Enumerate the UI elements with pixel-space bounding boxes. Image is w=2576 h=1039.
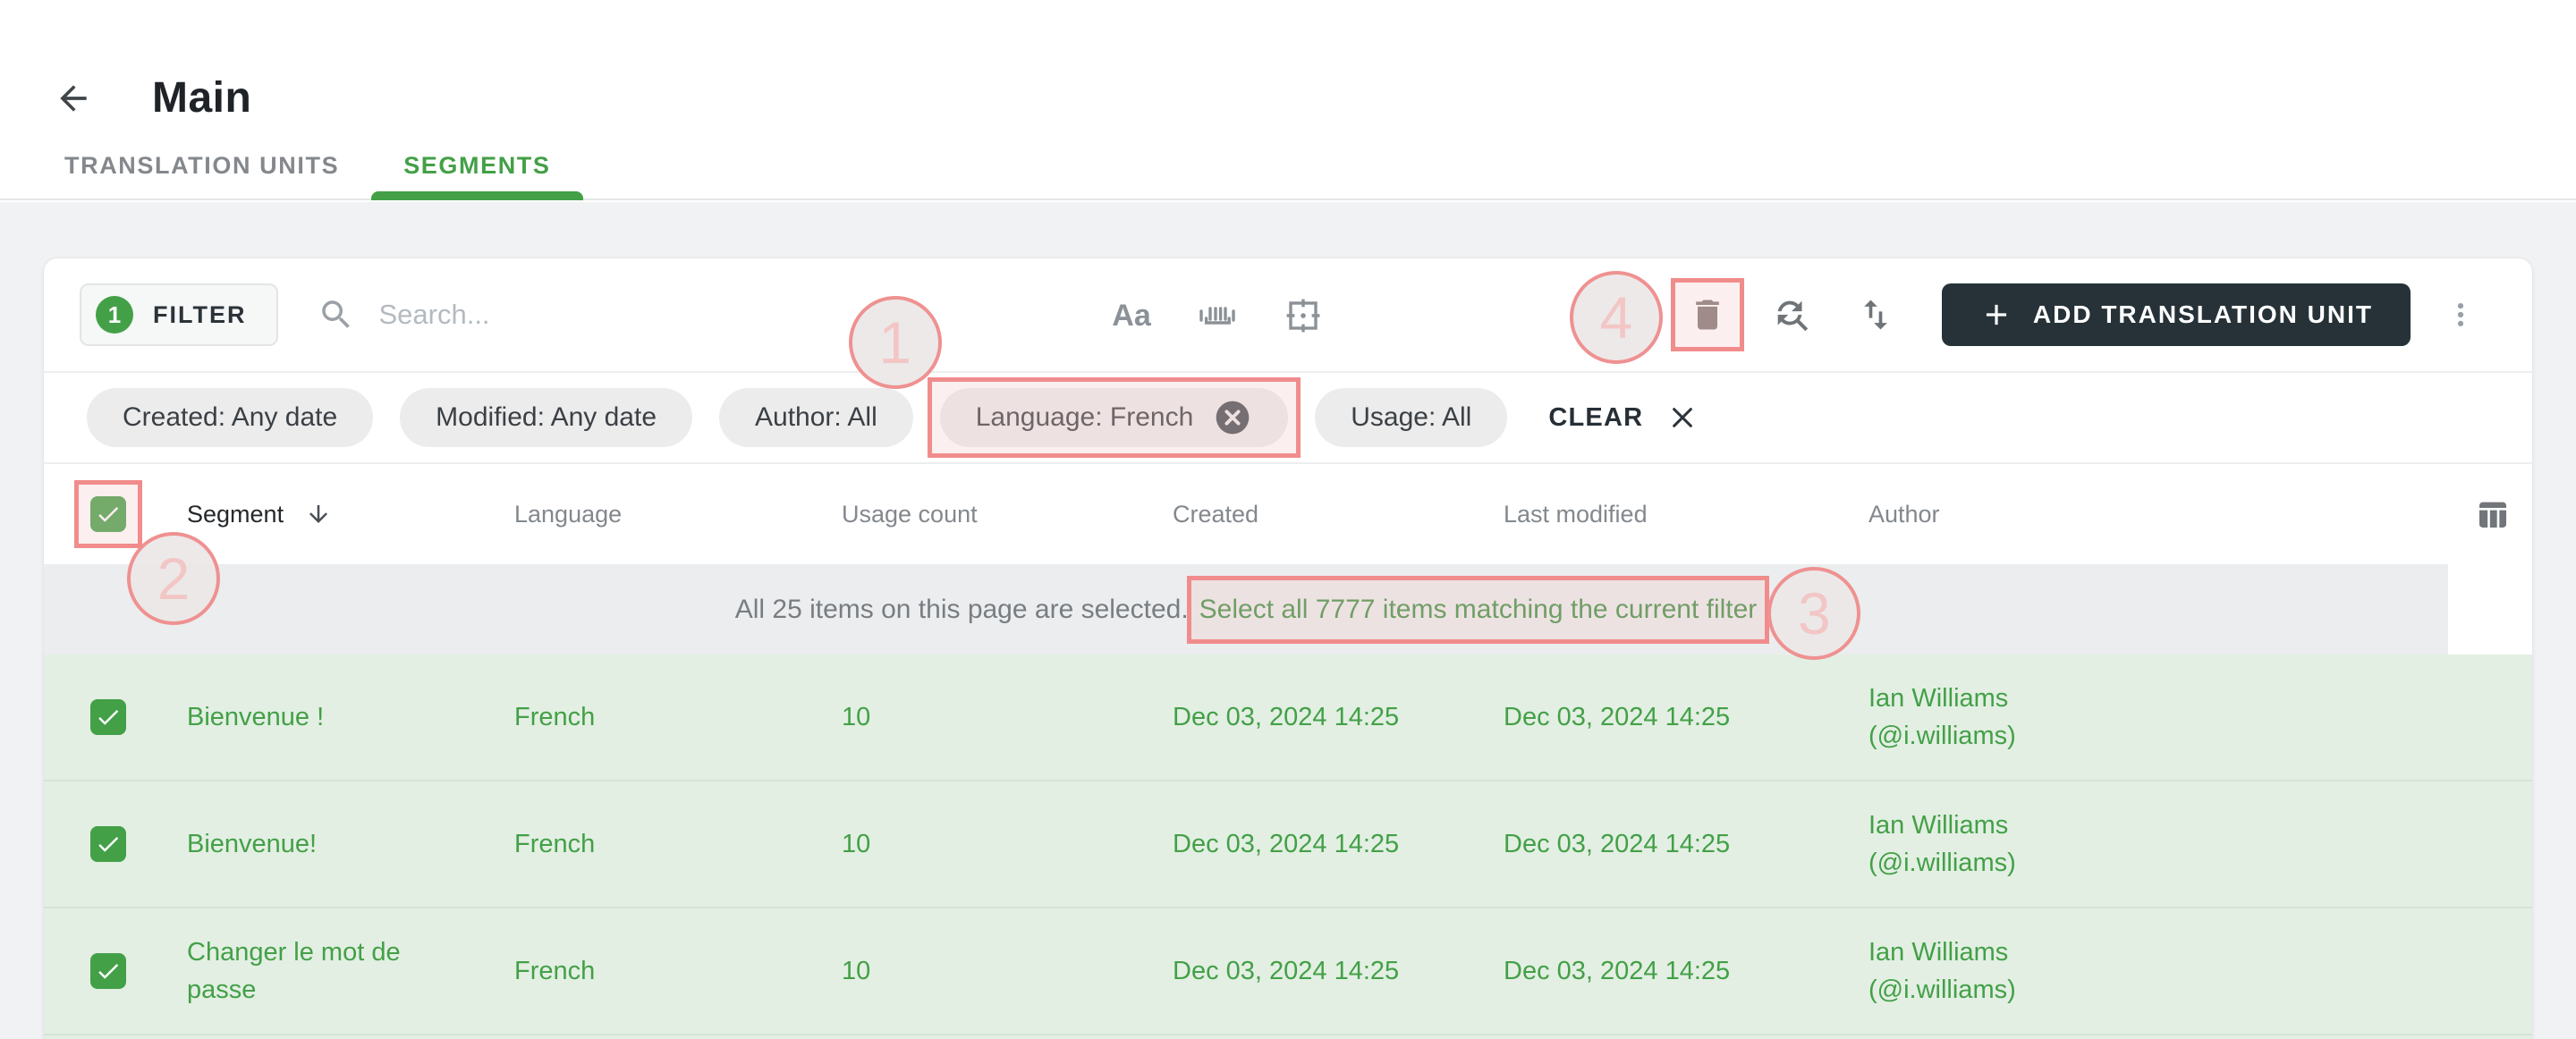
- annotation-box-trash: [1670, 278, 1744, 351]
- column-settings-button[interactable]: [2475, 496, 2532, 532]
- whole-word-icon: [1196, 294, 1239, 337]
- author-cell: Ian Williams (@i.williams): [1868, 938, 2016, 1004]
- created-cell: Dec 03, 2024 14:25: [1173, 957, 1400, 985]
- column-header-segment[interactable]: Segment: [187, 501, 514, 528]
- find-replace-button[interactable]: [1770, 293, 1813, 336]
- segment-cell: Changer le mot de passe: [187, 938, 401, 1004]
- table-row[interactable]: Changer le mot de passe French 10 Dec 03…: [44, 908, 2532, 1035]
- plus-icon: [1979, 298, 2013, 332]
- filter-count-badge: 1: [96, 296, 133, 334]
- arrow-left-icon: [54, 79, 93, 118]
- created-cell: Dec 03, 2024 14:25: [1173, 830, 1400, 858]
- annotation-marker-3: 3: [1767, 566, 1861, 660]
- table-row[interactable]: Bienvenue ! French 10 Dec 03, 2024 14:25…: [44, 655, 2532, 781]
- filter-chip-created[interactable]: Created: Any date: [87, 388, 374, 447]
- toolbar: 1 FILTER Aa: [44, 258, 2532, 373]
- more-options-button[interactable]: [2439, 293, 2482, 336]
- column-header-created[interactable]: Created: [1173, 501, 1504, 528]
- check-icon: [95, 831, 122, 857]
- annotation-marker-1: 1: [848, 296, 942, 389]
- created-cell: Dec 03, 2024 14:25: [1173, 703, 1400, 731]
- last-modified-cell: Dec 03, 2024 14:25: [1504, 957, 1731, 985]
- usage-count-cell: 10: [842, 703, 871, 731]
- selection-banner-text: All 25 items on this page are selected.: [734, 594, 1189, 624]
- filter-chip-author[interactable]: Author: All: [719, 388, 913, 447]
- import-export-icon: [1856, 295, 1895, 334]
- add-translation-unit-button[interactable]: ADD TRANSLATION UNIT: [1941, 283, 2411, 346]
- search-box: [318, 296, 755, 334]
- close-icon: [1668, 403, 1697, 432]
- columns-icon: [2475, 496, 2511, 532]
- language-cell: French: [514, 830, 596, 858]
- search-options: Aa: [1110, 258, 1325, 373]
- table-row[interactable]: Bienvenue! French 10 Dec 03, 2024 14:25 …: [44, 781, 2532, 908]
- language-cell: French: [514, 703, 596, 731]
- tab-segments[interactable]: SEGMENTS: [371, 131, 583, 200]
- filter-button[interactable]: 1 FILTER: [80, 283, 279, 346]
- annotation-box-language-chip: [927, 377, 1301, 458]
- row-checkbox[interactable]: [90, 953, 126, 989]
- column-header-usage-count[interactable]: Usage count: [842, 501, 1173, 528]
- usage-count-cell: 10: [842, 830, 871, 858]
- column-header-language[interactable]: Language: [514, 501, 842, 528]
- sort-button[interactable]: [1854, 293, 1897, 336]
- annotation-box-select-all-link: [1186, 575, 1770, 644]
- row-checkbox[interactable]: [90, 699, 126, 735]
- next-row-partial: [44, 1035, 2532, 1039]
- last-modified-cell: Dec 03, 2024 14:25: [1504, 830, 1731, 858]
- segment-cell: Bienvenue !: [187, 703, 325, 731]
- match-case-button[interactable]: Aa: [1110, 294, 1153, 337]
- find-replace-icon: [1771, 294, 1812, 335]
- sort-descending-icon: [305, 501, 332, 528]
- table-header-row: Segment Language Usage count Created Las…: [44, 464, 2532, 564]
- author-cell: Ian Williams (@i.williams): [1868, 811, 2016, 877]
- check-icon: [95, 958, 122, 984]
- usage-count-cell: 10: [842, 957, 871, 985]
- match-case-icon: Aa: [1112, 298, 1151, 333]
- match-tags-button[interactable]: [1282, 294, 1325, 337]
- page-title: Main: [152, 74, 252, 122]
- segment-cell: Bienvenue!: [187, 830, 318, 858]
- filter-chip-usage[interactable]: Usage: All: [1315, 388, 1508, 447]
- language-cell: French: [514, 957, 596, 985]
- check-icon: [95, 704, 122, 731]
- author-cell: Ian Williams (@i.williams): [1868, 684, 2016, 750]
- search-icon: [318, 296, 355, 334]
- toolbar-actions: ADD TRANSLATION UNIT: [1686, 283, 2482, 346]
- tab-translation-units[interactable]: TRANSLATION UNITS: [32, 131, 371, 200]
- segments-panel: 1 FILTER Aa: [43, 258, 2533, 1039]
- whole-word-button[interactable]: [1196, 294, 1239, 337]
- page-header: Main TRANSLATION UNITS SEGMENTS: [0, 0, 2576, 200]
- last-modified-cell: Dec 03, 2024 14:25: [1504, 703, 1731, 731]
- clear-filters-button[interactable]: CLEAR: [1548, 403, 1697, 433]
- column-header-last-modified[interactable]: Last modified: [1504, 501, 1868, 528]
- back-button[interactable]: [52, 77, 95, 120]
- kebab-icon: [2445, 300, 2476, 330]
- column-header-author[interactable]: Author: [1868, 501, 2448, 528]
- tab-bar: TRANSLATION UNITS SEGMENTS: [32, 131, 583, 200]
- annotation-box-select-all-checkbox: [74, 480, 142, 548]
- annotation-marker-2: 2: [127, 532, 220, 625]
- match-tags-icon: [1282, 294, 1325, 337]
- annotation-marker-4: 4: [1569, 271, 1663, 364]
- search-input[interactable]: [378, 299, 755, 331]
- banner-gutter: [2448, 564, 2532, 655]
- filter-chip-modified[interactable]: Modified: Any date: [400, 388, 692, 447]
- row-checkbox[interactable]: [90, 826, 126, 862]
